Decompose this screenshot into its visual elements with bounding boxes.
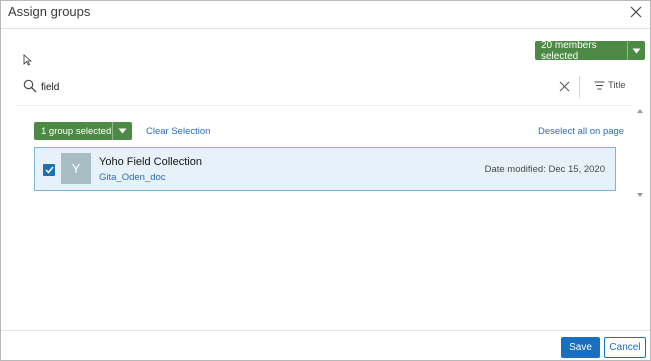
search-bar: Title [17, 76, 631, 98]
result-date-modified: Date modified: Dec 15, 2020 [484, 164, 605, 175]
cancel-button[interactable]: Cancel [604, 337, 646, 358]
cursor-icon [23, 54, 32, 66]
group-selected-dropdown-toggle[interactable] [112, 122, 132, 140]
result-title: Yoho Field Collection [99, 156, 202, 168]
result-checkbox[interactable] [43, 164, 55, 176]
check-icon [44, 166, 54, 174]
scrollbar[interactable] [637, 109, 643, 197]
clear-icon[interactable] [559, 81, 570, 92]
dialog-title: Assign groups [8, 4, 91, 19]
sort-button[interactable]: Title [594, 80, 626, 91]
chevron-down-icon [118, 128, 127, 134]
chevron-down-icon [632, 48, 641, 53]
footer-divider [1, 330, 650, 331]
sort-label: Title [608, 80, 626, 91]
scroll-up-arrow[interactable] [637, 109, 643, 113]
close-icon[interactable] [629, 5, 643, 19]
save-button[interactable]: Save [561, 337, 600, 358]
header-divider [1, 28, 650, 29]
results-divider [17, 105, 631, 106]
sort-icon [594, 81, 605, 90]
result-thumbnail: Y [61, 153, 91, 184]
group-selected-label: 1 group selected [41, 125, 112, 137]
result-card[interactable]: Y Yoho Field Collection Gita_Oden_doc Da… [34, 147, 616, 191]
deselect-all-link[interactable]: Deselect all on page [538, 126, 624, 137]
scroll-down-arrow[interactable] [637, 193, 643, 197]
clear-selection-link[interactable]: Clear Selection [146, 126, 210, 137]
result-owner-link[interactable]: Gita_Oden_doc [99, 172, 166, 183]
members-dropdown-toggle[interactable] [627, 41, 645, 60]
assign-groups-dialog: Assign groups 20 members selected Title [0, 0, 651, 361]
members-selected-button[interactable]: 20 members selected [535, 39, 645, 62]
search-divider [579, 76, 580, 98]
group-selected-button[interactable]: 1 group selected [34, 122, 132, 140]
search-icon [23, 79, 37, 93]
members-selected-label: 20 members selected [541, 39, 597, 62]
search-input[interactable] [41, 78, 541, 96]
